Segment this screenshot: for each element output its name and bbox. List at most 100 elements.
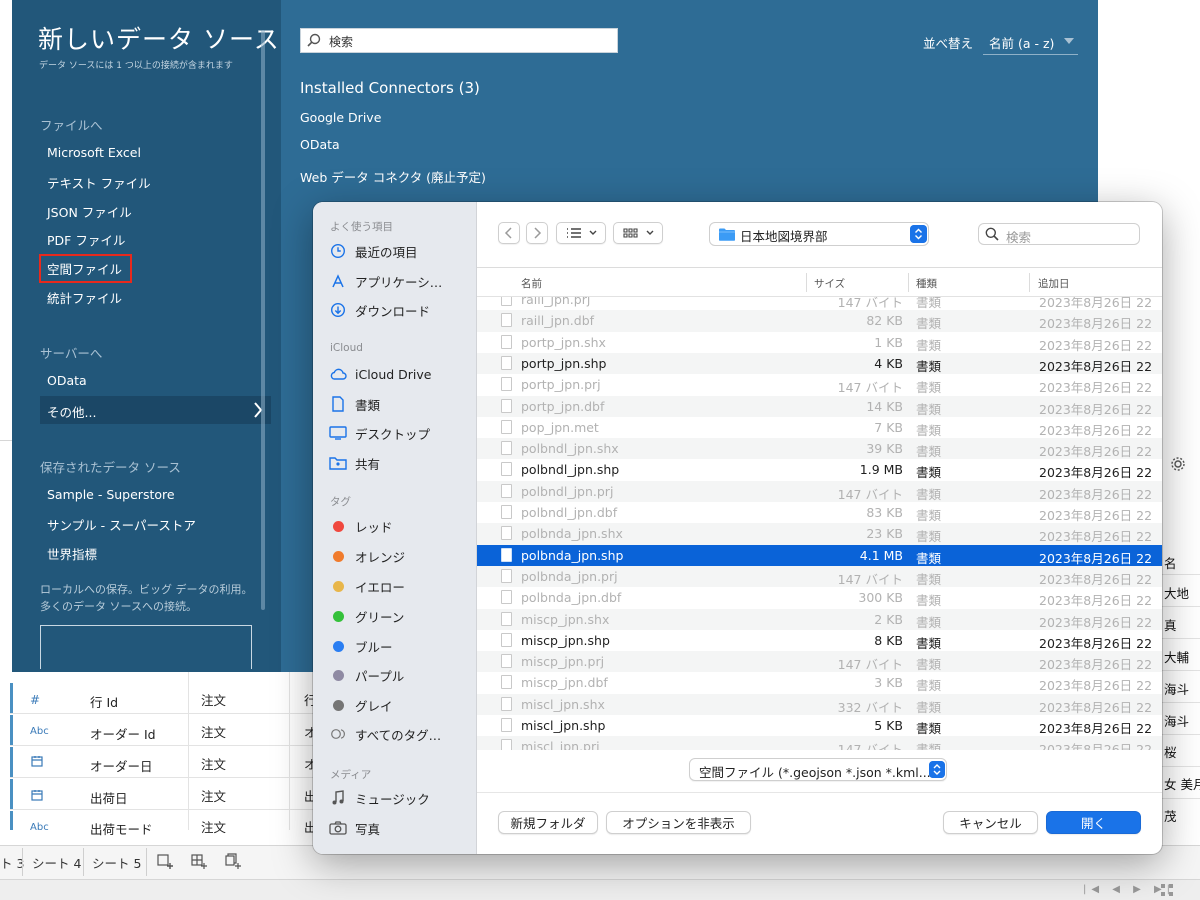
file-date-added: 2023年8月26日 22 [1039,444,1153,460]
saved-source-superstore-ja[interactable]: サンプル - スーパーストア [47,515,196,534]
file-date-added: 2023年8月26日 22 [1039,297,1153,310]
file-row[interactable]: polbndl_jpn.dbf 83 KB 書類 2023年8月26日 22 [477,502,1162,523]
tag-gray[interactable]: グレイ [329,694,393,716]
sidebar-item-shared[interactable]: 共有 [329,452,380,474]
connector-json-file[interactable]: JSON ファイル [47,202,132,221]
column-divider[interactable] [806,273,807,292]
file-row[interactable]: polbnda_jpn.shx 23 KB 書類 2023年8月26日 22 [477,523,1162,545]
connector-odata[interactable]: OData [47,373,87,388]
file-size: 147 バイト [837,571,903,587]
file-icon [501,505,512,519]
file-row[interactable]: polbnda_jpn.dbf 300 KB 書類 2023年8月26日 22 [477,587,1162,608]
file-row[interactable]: portp_jpn.prj 147 バイト 書類 2023年8月26日 22 [477,374,1162,395]
table-row[interactable] [10,682,320,714]
grid-view-icon[interactable] [1160,883,1174,897]
file-row[interactable]: miscp_jpn.shx 2 KB 書類 2023年8月26日 22 [477,608,1162,630]
connector-spatial-file[interactable]: 空間ファイル [47,259,122,278]
file-row[interactable]: miscp_jpn.prj 147 バイト 書類 2023年8月26日 22 [477,651,1162,673]
sidebar-item-desktop[interactable]: デスクトップ [329,422,430,444]
file-row[interactable]: portp_jpn.dbf 14 KB 書類 2023年8月26日 22 [477,395,1162,417]
back-button[interactable] [498,222,520,244]
tag-label: イエロー [355,579,405,595]
table-row[interactable] [10,778,320,810]
file-row[interactable]: raill_jpn.dbf 82 KB 書類 2023年8月26日 22 [477,310,1162,332]
file-size: 4 KB [874,355,903,371]
column-divider[interactable] [1029,273,1030,292]
forward-button[interactable] [526,222,548,244]
file-kind: 書類 [916,657,942,673]
sidebar-item-recents[interactable]: 最近の項目 [329,240,418,262]
installed-connector-web-data[interactable]: Web データ コネクタ (廃止予定) [300,167,486,186]
field-table: 注文 [201,757,227,772]
new-worksheet-icon[interactable] [156,852,174,870]
field-name: オーダー Id [90,727,156,742]
hide-options-button[interactable]: オプションを非表示 [606,811,751,834]
dialog-search-input[interactable] [978,223,1140,245]
tab-sheet-3[interactable]: ト 3 [0,853,24,872]
sidebar-item-photos[interactable]: 写真 [329,817,380,839]
sidebar-item-music[interactable]: ミュージック [329,787,430,809]
file-row[interactable]: portp_jpn.shx 1 KB 書類 2023年8月26日 22 [477,332,1162,353]
file-size: 147 バイト [837,657,903,673]
sidebar-item-icloud-drive[interactable]: iCloud Drive [329,363,431,385]
file-row[interactable]: polbndl_jpn.shp 1.9 MB 書類 2023年8月26日 22 [477,459,1162,480]
sidebar-item-applications[interactable]: アプリケーシ… [329,270,442,292]
new-folder-button[interactable]: 新規フォルダ [498,811,598,834]
gear-icon[interactable] [1170,456,1186,472]
new-story-icon[interactable] [224,852,242,870]
file-row[interactable]: portp_jpn.shp 4 KB 書類 2023年8月26日 22 [477,352,1162,375]
file-row[interactable]: miscp_jpn.shp 8 KB 書類 2023年8月26日 22 [477,630,1162,651]
tab-separator [83,848,84,876]
installed-connector-odata[interactable]: OData [300,137,340,152]
tag-green[interactable]: グリーン [329,605,404,627]
sidebar-item-documents[interactable]: 書類 [329,393,380,415]
connector-statistical-file[interactable]: 統計ファイル [47,288,122,307]
file-row-selected[interactable]: polbnda_jpn.shp 4.1 MB 書類 2023年8月26日 22 [477,544,1162,566]
tag-orange[interactable]: オレンジ [329,545,405,567]
file-row[interactable]: pop_jpn.met 7 KB 書類 2023年8月26日 22 [477,417,1162,438]
file-size: 1.9 MB [859,462,903,478]
connector-excel[interactable]: Microsoft Excel [47,145,141,160]
column-header-kind[interactable]: 種類 [916,276,937,291]
file-row[interactable]: miscl_jpn.shx 332 バイト 書類 2023年8月26日 22 [477,693,1162,715]
tag-purple[interactable]: パープル [329,664,404,686]
column-header-date-added[interactable]: 追加日 [1038,276,1070,291]
saved-source-world-indicators[interactable]: 世界指標 [47,544,97,563]
open-button[interactable]: 開く [1046,811,1141,834]
tag-dot-icon [329,696,347,714]
file-row[interactable]: raill_jpn.prj 147 バイト 書類 2023年8月26日 22 [477,297,1162,310]
column-header-size[interactable]: サイズ [814,276,845,291]
file-row[interactable]: miscl_jpn.shp 5 KB 書類 2023年8月26日 22 [477,715,1162,736]
field-table: 注文 [201,693,227,708]
connector-more[interactable]: その他... [47,402,96,421]
tag-yellow[interactable]: イエロー [329,575,405,597]
table-row[interactable] [10,746,320,778]
tag-blue[interactable]: ブルー [329,635,393,657]
file-icon [501,419,512,434]
table-row[interactable] [10,714,320,746]
connector-text-file[interactable]: テキスト ファイル [47,173,151,192]
sidebar-scrollbar[interactable] [261,30,265,610]
file-row[interactable]: polbndl_jpn.shx 39 KB 書類 2023年8月26日 22 [477,438,1162,460]
tag-all[interactable]: すべてのタグ… [329,723,441,745]
column-header-name[interactable]: 名前 [521,276,542,291]
tab-sheet-5[interactable]: シート 5 [92,853,141,872]
tab-sheet-4[interactable]: シート 4 [32,853,81,872]
tag-dot-icon [329,547,347,565]
column-divider[interactable] [908,273,909,292]
list-view-button[interactable] [556,222,606,244]
tag-dot-icon [329,666,347,684]
file-row[interactable]: polbnda_jpn.prj 147 バイト 書類 2023年8月26日 22 [477,565,1162,588]
sidebar-item-downloads[interactable]: ダウンロード [329,299,430,321]
new-dashboard-icon[interactable] [190,852,208,870]
file-row[interactable]: polbndl_jpn.prj 147 バイト 書類 2023年8月26日 22 [477,480,1162,502]
file-size: 147 バイト [837,486,903,502]
installed-connector-google-drive[interactable]: Google Drive [300,110,381,125]
tag-red[interactable]: レッド [329,515,393,537]
file-row[interactable]: miscp_jpn.dbf 3 KB 書類 2023年8月26日 22 [477,672,1162,693]
connector-pdf-file[interactable]: PDF ファイル [47,230,125,249]
cancel-button[interactable]: キャンセル [943,811,1038,834]
saved-source-superstore[interactable]: Sample - Superstore [47,487,175,502]
group-by-button[interactable] [613,222,663,244]
file-row[interactable]: miscl_jpn.prj 147 バイト 書類 2023年8月26日 22 [477,736,1162,750]
